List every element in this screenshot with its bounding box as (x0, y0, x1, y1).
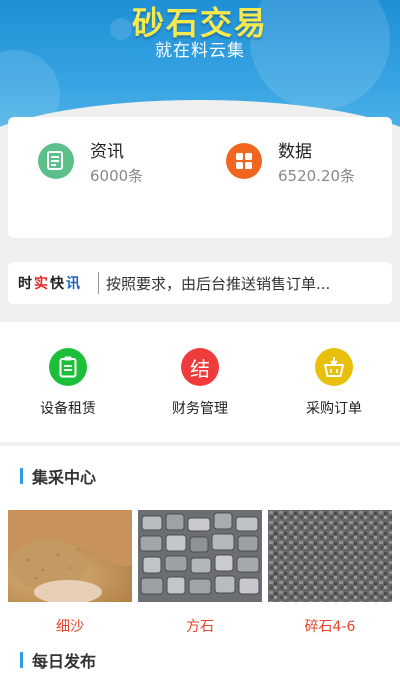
stats-card: 资讯 6000条 数据 6520.20条 (8, 117, 392, 238)
product-name: 细沙 (56, 619, 84, 635)
page-subtitle: 就在料云集 (155, 41, 245, 61)
quick-menu: 设备租赁 结 财务管理 采购订单 (0, 322, 400, 442)
stat-value: 6000条 (90, 167, 144, 185)
menu-item-finance[interactable]: 结 财务管理 (150, 348, 250, 418)
section-title-purchase-center: 集采中心 (32, 468, 97, 487)
product-card[interactable]: 细沙 (8, 510, 132, 636)
menu-label: 采购订单 (306, 401, 362, 417)
news-text[interactable]: 按照要求，由后台推送销售订单... (106, 273, 330, 294)
product-name: 方石 (186, 619, 214, 635)
menu-item-purchase-order[interactable]: 采购订单 (284, 348, 384, 418)
stat-value: 6520.20条 (278, 167, 356, 185)
settle-glyph: 结 (190, 356, 210, 381)
menu-item-equipment-rental[interactable]: 设备租赁 (18, 348, 118, 418)
product-card[interactable]: 方石 (138, 510, 262, 636)
section-accent-bar (20, 652, 23, 668)
divider (98, 272, 99, 294)
clipboard-icon (49, 348, 87, 386)
menu-label: 设备租赁 (40, 401, 96, 417)
settle-icon: 结 (181, 348, 219, 386)
grid-icon (226, 143, 262, 179)
newspaper-icon (38, 143, 74, 179)
news-ticker[interactable]: 时实快讯 按照要求，由后台推送销售订单... (8, 262, 392, 304)
basket-icon (315, 348, 353, 386)
menu-label: 财务管理 (172, 401, 228, 417)
news-tag-char: 时 (18, 276, 34, 292)
product-card[interactable]: 碎石4-6 (268, 510, 392, 636)
product-image-stone (138, 510, 262, 602)
news-tag-char: 快 (50, 276, 66, 292)
product-name: 碎石4-6 (304, 619, 356, 635)
news-tag-char: 讯 (66, 276, 82, 292)
stat-label: 资讯 (90, 142, 124, 162)
stat-data[interactable]: 数据 6520.20条 (226, 137, 386, 197)
purchase-center-section: 集采中心 细沙 方石 碎石4-6 每日发布 (0, 446, 400, 696)
stat-label: 数据 (278, 142, 312, 162)
product-image-sand (8, 510, 132, 604)
stat-news[interactable]: 资讯 6000条 (38, 137, 198, 197)
section-title-daily-release: 每日发布 (32, 652, 97, 671)
section-accent-bar (20, 468, 23, 484)
product-image-gravel (268, 510, 392, 602)
news-tag: 时实快讯 (18, 273, 82, 293)
news-tag-char: 实 (34, 276, 50, 292)
